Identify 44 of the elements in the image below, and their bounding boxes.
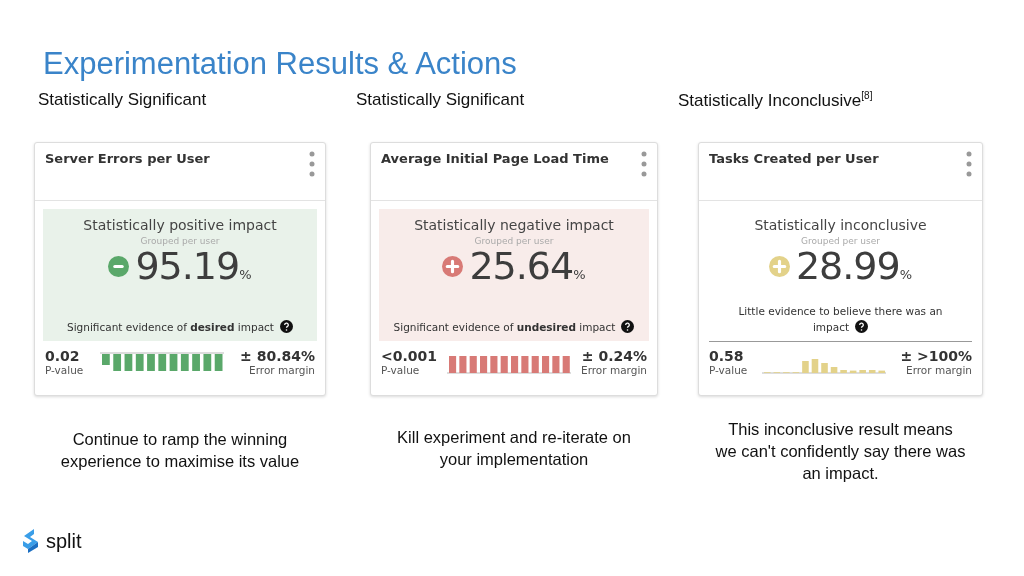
minus-icon <box>108 255 130 277</box>
grouping-text: Grouped per user <box>474 236 554 246</box>
evidence-text: Little evidence to believe there was an impact <box>737 304 944 335</box>
p-value-label: P-value <box>45 364 84 376</box>
plus-icon <box>768 255 790 277</box>
column-heading: Statistically Significant <box>356 90 526 110</box>
evidence-text: Significant evidence of desired impact <box>53 319 307 335</box>
p-value: <0.001 <box>381 348 437 364</box>
column-heading: Statistically Significant <box>38 90 208 110</box>
help-icon[interactable] <box>621 320 635 333</box>
action-text: Continue to ramp the winning experience to maximise its value <box>59 429 301 472</box>
error-margin-value: ± >100% <box>900 348 972 364</box>
error-margin-label: Error margin <box>906 364 972 376</box>
verdict-text: Statistically negative impact <box>414 217 614 233</box>
card-title: Server Errors per User <box>45 151 210 168</box>
grouping-text: Grouped per user <box>801 236 880 246</box>
error-margin-value: ± 0.24% <box>581 348 647 364</box>
error-margin-label: Error margin <box>249 364 315 376</box>
more-icon[interactable] <box>641 151 647 177</box>
p-value: 0.02 <box>45 348 80 364</box>
p-value: 0.58 <box>709 348 744 364</box>
card-title: Tasks Created per User <box>709 151 879 168</box>
impact-value: 25.64% <box>469 244 586 288</box>
slide-title: Experimentation Results & Actions <box>43 46 518 82</box>
evidence-text: Significant evidence of undesired impact <box>379 319 649 335</box>
impact-value: 28.99% <box>795 244 913 288</box>
verdict-text: Statistically positive impact <box>83 217 277 233</box>
p-value-label: P-value <box>381 364 420 376</box>
more-icon[interactable] <box>966 151 972 177</box>
help-icon[interactable] <box>279 320 293 333</box>
column-heading: Statistically Inconclusive$^{[8]}$ <box>678 90 874 110</box>
plus-icon <box>442 255 464 277</box>
grouping-text: Grouped per user <box>140 236 220 246</box>
p-value-label: P-value <box>709 364 748 376</box>
more-icon[interactable] <box>309 151 315 177</box>
action-text: This inconclusive result means we can't confidently say there was an impact. <box>715 419 966 484</box>
error-margin-value: ± 80.84% <box>240 348 315 364</box>
logo-text: split <box>46 529 82 553</box>
action-text: Kill experiment and re-iterate on your implementation <box>396 427 632 470</box>
verdict-text: Statistically inconclusive <box>754 217 927 233</box>
card-title: Average Initial Page Load Time <box>381 151 609 168</box>
impact-value: 95.19% <box>135 244 252 288</box>
help-icon[interactable] <box>855 320 869 333</box>
error-margin-label: Error margin <box>581 364 647 376</box>
